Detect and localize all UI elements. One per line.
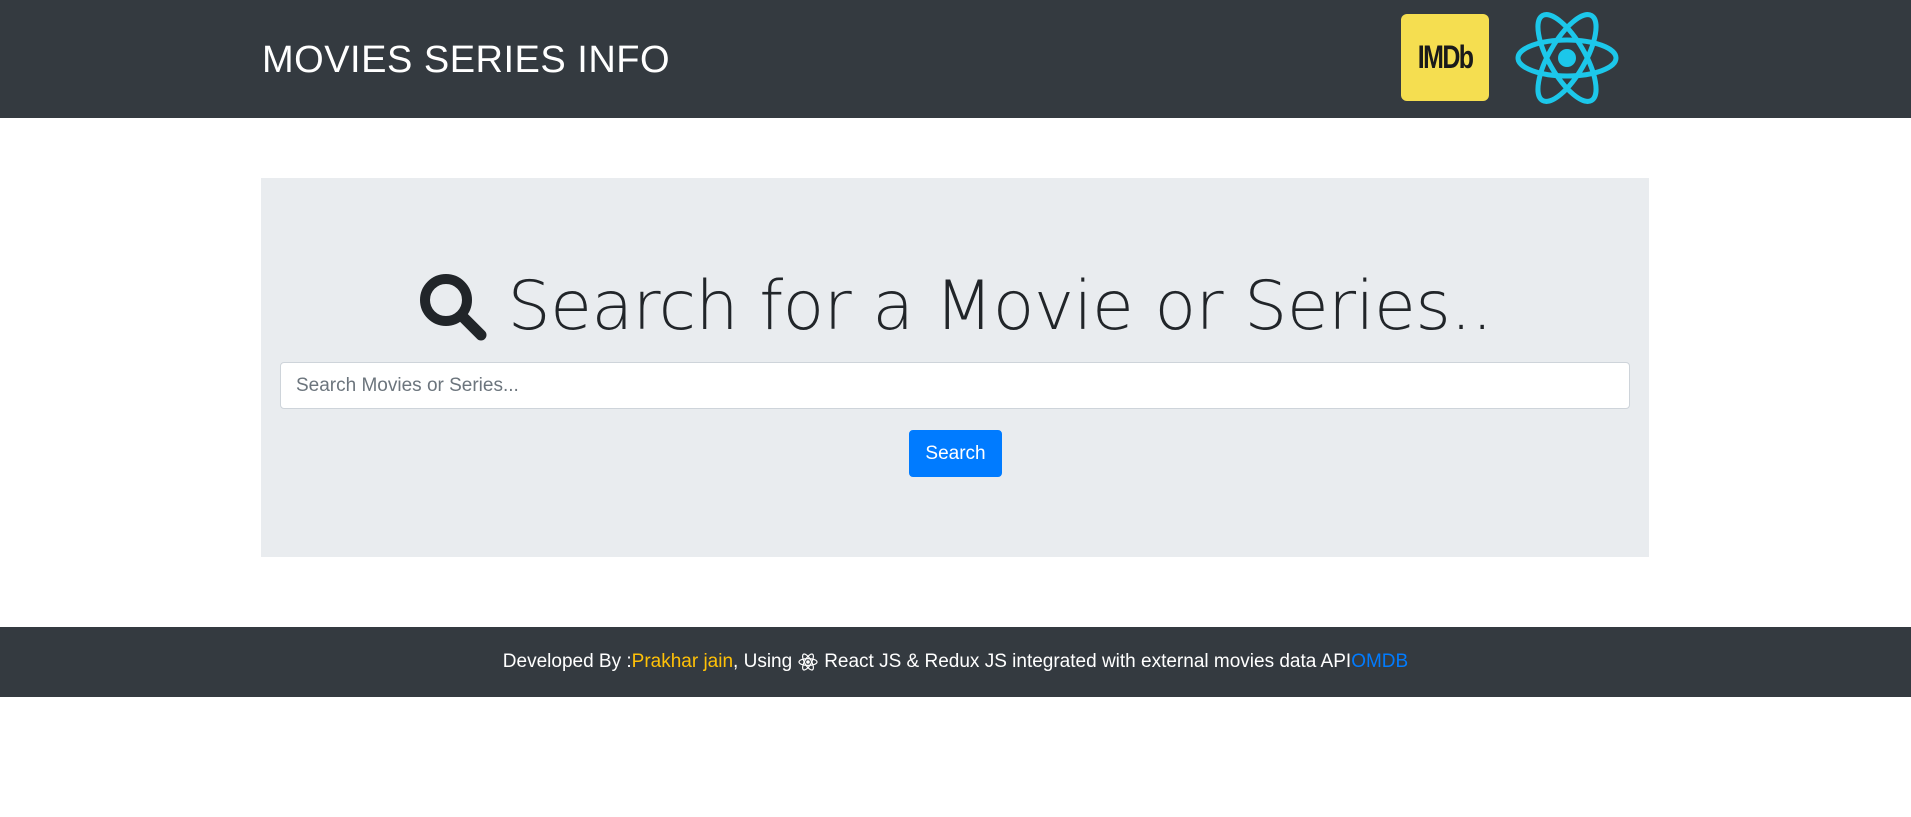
search-panel: Search for a Movie or Series.. Search [261, 178, 1649, 557]
omdb-link[interactable]: OMDB [1351, 651, 1408, 673]
footer: Developed By : Prakhar jain , Using Reac… [0, 627, 1911, 697]
imdb-logo-text: IMDb [1417, 39, 1474, 75]
search-input[interactable] [280, 362, 1630, 409]
imdb-logo[interactable]: IMDb [1401, 14, 1489, 101]
footer-description: React JS & Redux JS integrated with exte… [824, 651, 1352, 672]
react-atom-icon [798, 652, 818, 672]
react-atom-icon[interactable] [1514, 12, 1620, 104]
footer-using: , Using [733, 651, 793, 672]
author-link[interactable]: Prakhar jain [632, 651, 733, 673]
navbar: MOVIES SERIES INFO IMDb [0, 0, 1911, 118]
brand-link[interactable]: MOVIES SERIES INFO [262, 36, 670, 84]
search-heading: Search for a Movie or Series.. [261, 262, 1649, 352]
search-icon [417, 271, 489, 343]
search-heading-text: Search for a Movie or Series.. [507, 267, 1493, 346]
search-button[interactable]: Search [909, 430, 1002, 477]
footer-prefix: Developed By : [502, 651, 632, 672]
